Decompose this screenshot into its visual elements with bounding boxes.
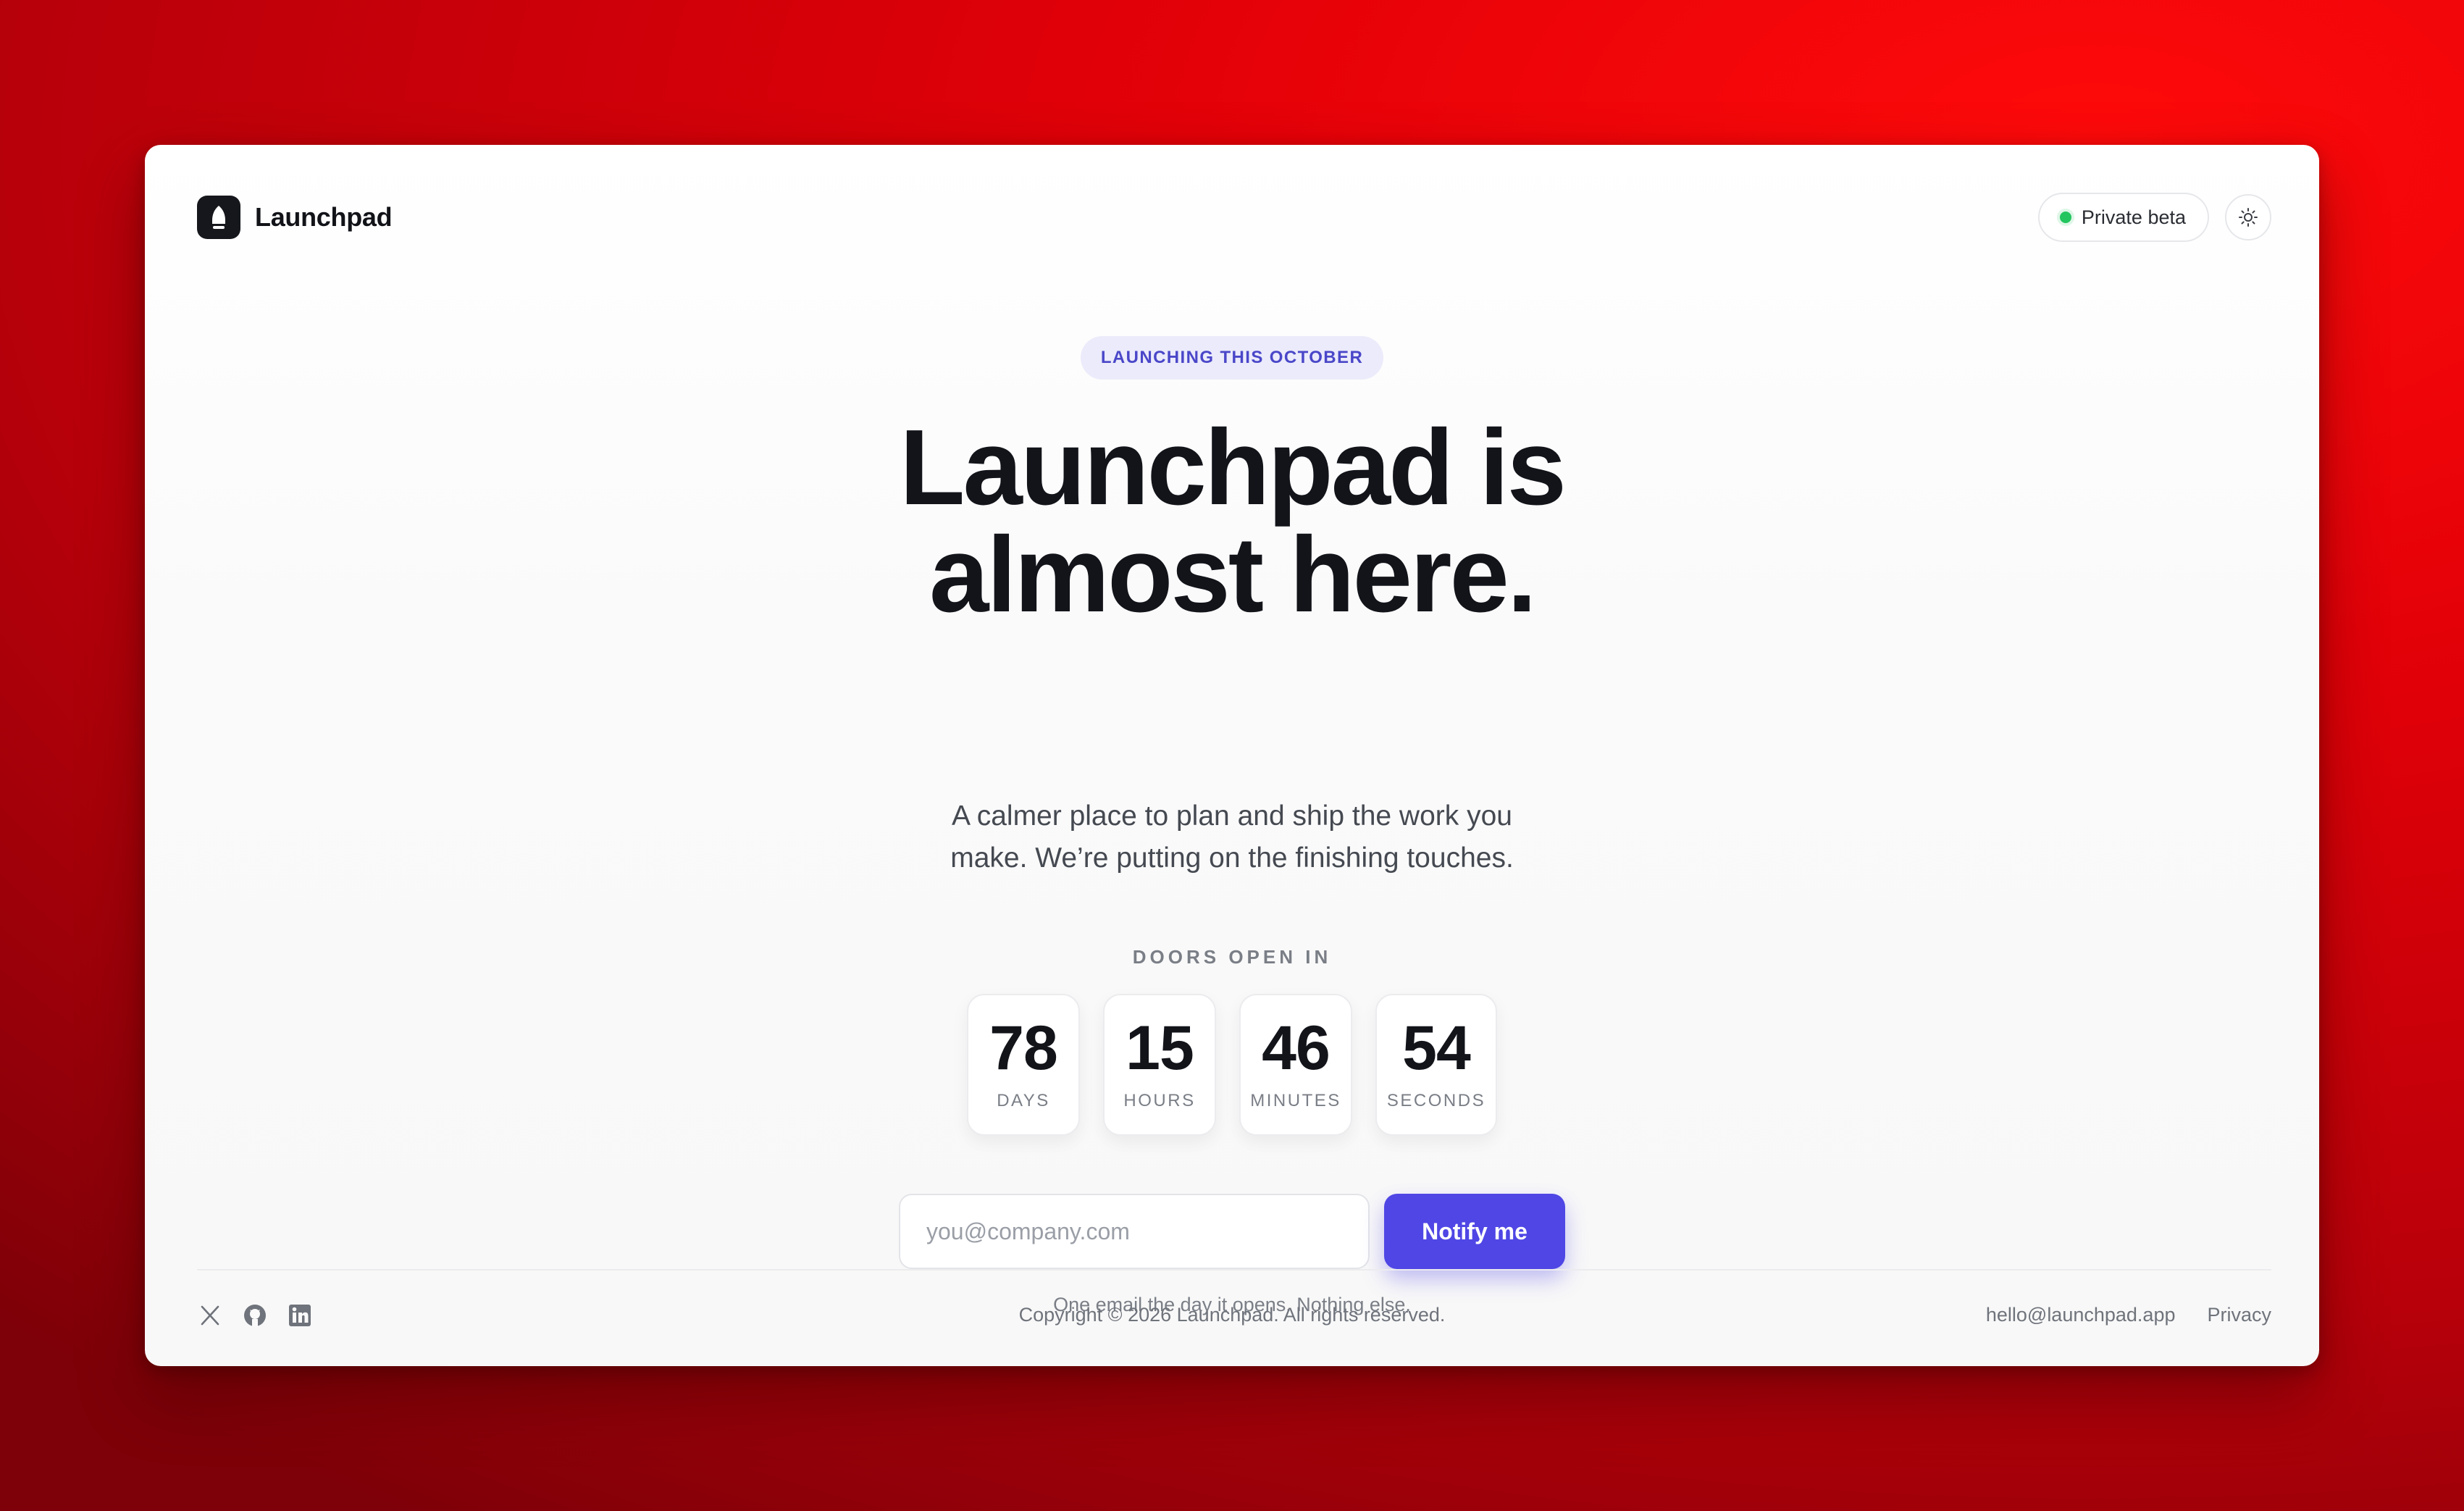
page-title: Launchpad is almost here.	[900, 414, 1567, 629]
days-value: 78	[989, 1013, 1058, 1083]
launch-card: Launchpad Private beta LAUNCHING THIS OC…	[145, 145, 2319, 1366]
minutes-label: MINUTES	[1250, 1091, 1341, 1110]
subtitle: A calmer place to plan and ship the work…	[950, 800, 1514, 874]
status-dot	[2059, 212, 2071, 223]
header-actions: Private beta	[2037, 193, 2271, 242]
headline-row: Launchpad is almost here.	[145, 414, 2319, 629]
hours-value: 15	[1126, 1013, 1194, 1083]
theme-toggle-button[interactable]	[2225, 194, 2271, 240]
days-label: DAYS	[997, 1091, 1050, 1110]
footer-divider	[197, 1269, 2271, 1271]
subtitle-row: A calmer place to plan and ship the work…	[145, 795, 2319, 879]
email-input[interactable]	[899, 1194, 1370, 1269]
contact-email-link[interactable]: hello@launchpad.app	[1986, 1304, 2176, 1326]
minutes-value: 46	[1262, 1013, 1331, 1083]
sun-icon	[2239, 208, 2258, 227]
countdown-days: 78 DAYS	[967, 994, 1080, 1136]
hours-label: HOURS	[1123, 1091, 1196, 1110]
countdown-heading: DOORS OPEN IN	[1132, 946, 1332, 968]
private-beta-badge: Private beta	[2037, 193, 2209, 242]
signup-form: Notify me	[145, 1194, 2319, 1269]
launch-badge: LAUNCHING THIS OCTOBER	[1080, 336, 1384, 380]
seconds-value: 54	[1402, 1013, 1471, 1083]
countdown-seconds: 54 SECONDS	[1375, 994, 1497, 1136]
beta-label: Private beta	[2081, 206, 2186, 228]
brand-name: Launchpad	[255, 202, 393, 232]
seconds-label: SECONDS	[1386, 1091, 1486, 1110]
countdown-hours: 15 HOURS	[1103, 994, 1216, 1136]
brand[interactable]: Launchpad	[197, 196, 393, 239]
countdown-minutes: 46 MINUTES	[1239, 994, 1352, 1136]
countdown: 78 DAYS 15 HOURS 46 MINUTES 54 SECONDS	[145, 994, 2319, 1136]
footer-links: hello@launchpad.app Privacy	[1986, 1304, 2271, 1326]
privacy-link[interactable]: Privacy	[2207, 1304, 2271, 1326]
title-line-2: almost here.	[929, 515, 1537, 635]
notify-me-button[interactable]: Notify me	[1384, 1194, 1565, 1269]
eyebrow-row: LAUNCHING THIS OCTOBER	[145, 336, 2319, 380]
rocket-icon	[197, 196, 240, 239]
countdown-heading-row: DOORS OPEN IN	[145, 946, 2319, 968]
title-line-1: Launchpad is	[900, 408, 1567, 527]
